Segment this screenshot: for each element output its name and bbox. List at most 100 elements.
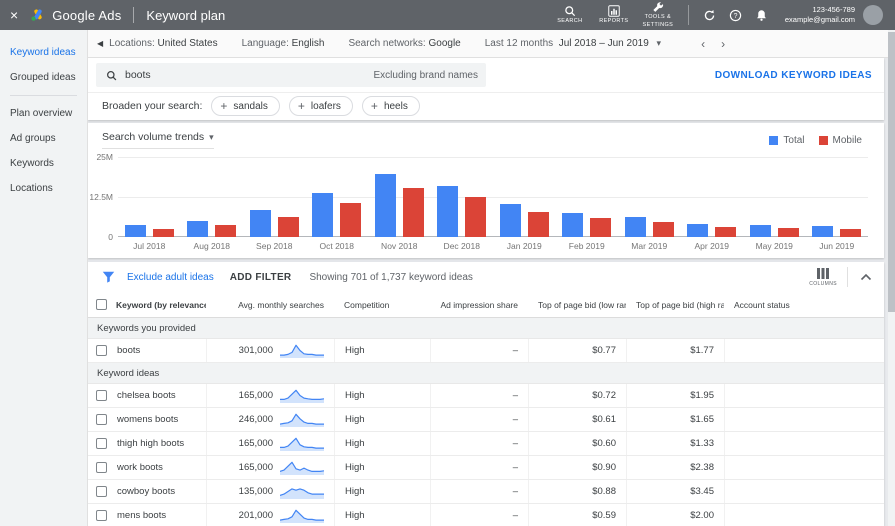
avg-monthly-searches-value: 246,000: [238, 414, 273, 425]
x-axis-label: Nov 2018: [381, 241, 418, 251]
table-row-mens-boots[interactable]: mens boots 201,000 High – $0.59 $2.00: [88, 504, 884, 526]
page-title: Keyword plan: [146, 7, 226, 23]
add-filter-button[interactable]: ADD FILTER: [230, 272, 292, 283]
scrollbar-thumb[interactable]: [888, 32, 895, 312]
bid-high-value: $1.33: [626, 432, 724, 455]
prev-period-icon[interactable]: ‹: [701, 37, 705, 51]
next-period-icon[interactable]: ›: [721, 37, 725, 51]
sidebar-item-keyword-ideas[interactable]: Keyword ideas: [0, 40, 87, 65]
topbar-button-label: SEARCH: [557, 17, 583, 24]
column-bid-high[interactable]: Top of page bid (high range): [626, 300, 724, 310]
chart-group-jul-2018: Jul 2018: [121, 157, 177, 251]
chart-group-nov-2018: Nov 2018: [371, 157, 427, 251]
table-row-boots[interactable]: boots 301,000 High – $0.77 $1.77: [88, 339, 884, 363]
table-row-womens-boots[interactable]: womens boots 246,000 High – $0.61 $1.65: [88, 408, 884, 432]
sidebar-item-locations[interactable]: Locations: [0, 176, 87, 201]
vertical-scrollbar[interactable]: [888, 30, 895, 526]
mobile-bar: [590, 218, 612, 237]
trend-sparkline: [280, 435, 324, 452]
mobile-bar: [215, 225, 237, 237]
sidebar-item-ad-groups[interactable]: Ad groups: [0, 126, 87, 151]
account-status-value: [724, 339, 884, 362]
notifications-bell-icon[interactable]: [749, 9, 775, 22]
column-keyword[interactable]: Keyword (by relevance): [116, 300, 206, 310]
column-ad-impression-share[interactable]: Ad impression share: [430, 300, 528, 310]
chip-label: loafers: [310, 100, 341, 112]
table-section-keywords-you-provided: Keywords you provided: [88, 318, 884, 339]
row-checkbox[interactable]: [96, 486, 107, 497]
select-all-checkbox[interactable]: [96, 299, 107, 310]
excluding-brand-names-label[interactable]: Excluding brand names: [373, 70, 478, 81]
bid-high-value: $1.65: [626, 408, 724, 431]
broaden-chip-sandals[interactable]: + sandals: [211, 96, 280, 116]
trend-sparkline: [280, 459, 324, 476]
column-competition[interactable]: Competition: [334, 300, 430, 310]
keyword-text: womens boots: [117, 414, 179, 425]
chart-plot: 25M 12.5M 0 Jul 2018 Aug 2018 Sep 2018 Oct …: [89, 152, 868, 251]
trend-type-dropdown[interactable]: Search volume trends ▾: [102, 131, 214, 149]
svg-text:?: ?: [734, 12, 738, 19]
broaden-search-label: Broaden your search:: [102, 100, 203, 112]
ad-impression-share-value: –: [430, 432, 528, 455]
topbar-tools-settings-button[interactable]: TOOLS & SETTINGS: [636, 0, 680, 31]
account-status-value: [724, 480, 884, 503]
row-checkbox[interactable]: [96, 510, 107, 521]
avatar[interactable]: [863, 5, 883, 25]
ad-impression-share-value: –: [430, 339, 528, 362]
column-avg-monthly-searches[interactable]: Avg. monthly searches: [206, 300, 334, 310]
close-icon[interactable]: ×: [10, 8, 18, 22]
row-checkbox[interactable]: [96, 345, 107, 356]
broaden-chip-loafers[interactable]: + loafers: [288, 96, 353, 116]
language-setting[interactable]: Language: English: [242, 38, 325, 49]
chevron-down-icon: ▾: [209, 131, 214, 142]
chart-group-dec-2018: Dec 2018: [434, 157, 490, 251]
sidebar-item-keywords[interactable]: Keywords: [0, 151, 87, 176]
topbar-search-button[interactable]: SEARCH: [548, 0, 592, 31]
competition-value: High: [334, 384, 430, 407]
row-checkbox[interactable]: [96, 414, 107, 425]
refresh-icon[interactable]: [697, 9, 723, 22]
ad-impression-share-value: –: [430, 384, 528, 407]
sidebar-item-grouped-ideas[interactable]: Grouped ideas: [0, 65, 87, 90]
exclude-adult-ideas-filter[interactable]: Exclude adult ideas: [127, 272, 214, 283]
plan-settings-bar: ◀ Locations: United States Language: Eng…: [88, 30, 895, 58]
avg-monthly-searches-value: 165,000: [238, 390, 273, 401]
table-row-cowboy-boots[interactable]: cowboy boots 135,000 High – $0.88 $3.45: [88, 480, 884, 504]
chart-group-sep-2018: Sep 2018: [246, 157, 302, 251]
help-icon[interactable]: ?: [723, 9, 749, 22]
topbar-reports-button[interactable]: REPORTS: [592, 0, 636, 31]
chevron-down-icon: ▾: [656, 38, 662, 48]
date-range-picker[interactable]: Last 12 months Jul 2018 – Jun 2019 ▾: [485, 38, 661, 49]
total-bar: [374, 173, 396, 237]
row-checkbox[interactable]: [96, 438, 107, 449]
row-checkbox[interactable]: [96, 390, 107, 401]
locations-setting[interactable]: Locations: United States: [109, 38, 217, 49]
networks-setting[interactable]: Search networks: Google: [348, 38, 460, 49]
competition-value: High: [334, 339, 430, 362]
total-legend-label: Total: [783, 135, 805, 146]
account-info[interactable]: 123-456-789 example@gmail.com: [785, 5, 855, 25]
table-row-chelsea-boots[interactable]: chelsea boots 165,000 High – $0.72 $1.95: [88, 384, 884, 408]
ad-impression-share-value: –: [430, 504, 528, 526]
column-account-status[interactable]: Account status: [724, 300, 884, 310]
table-row-thigh-high-boots[interactable]: thigh high boots 165,000 High – $0.60 $1.33: [88, 432, 884, 456]
row-checkbox[interactable]: [96, 462, 107, 473]
account-status-value: [724, 408, 884, 431]
keyword-search-box[interactable]: Excluding brand names: [96, 63, 486, 87]
competition-value: High: [334, 408, 430, 431]
search-input[interactable]: [125, 69, 315, 81]
column-bid-low[interactable]: Top of page bid (low range): [528, 300, 626, 310]
bid-low-value: $0.90: [528, 456, 626, 479]
bid-low-value: $0.72: [528, 384, 626, 407]
collapse-table-icon[interactable]: [860, 273, 872, 281]
table-row-work-boots[interactable]: work boots 165,000 High – $0.90 $2.38: [88, 456, 884, 480]
competition-value: High: [334, 480, 430, 503]
download-keyword-ideas-button[interactable]: DOWNLOAD KEYWORD IDEAS: [715, 70, 872, 81]
collapse-panel-icon[interactable]: ◀: [91, 39, 109, 48]
total-bar: [624, 216, 646, 237]
columns-button[interactable]: COLUMNS: [809, 267, 837, 287]
sidebar-item-plan-overview[interactable]: Plan overview: [0, 101, 87, 126]
x-axis-label: Mar 2019: [631, 241, 668, 251]
x-axis-label: Jan 2019: [506, 241, 542, 251]
broaden-chip-heels[interactable]: + heels: [361, 96, 420, 116]
